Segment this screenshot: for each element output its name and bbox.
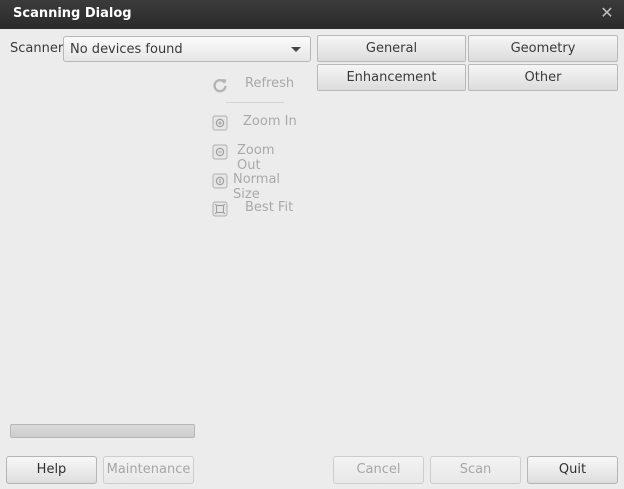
tab-general[interactable]: General: [317, 35, 466, 62]
scanner-label: Scanner:: [10, 41, 68, 56]
zoom-in-label: Zoom In: [243, 114, 297, 129]
zoom-out-button[interactable]: Zoom Out: [212, 142, 302, 173]
scanner-select[interactable]: No devices found: [63, 36, 311, 62]
zoom-in-icon: [212, 115, 228, 131]
tab-other[interactable]: Other: [468, 64, 618, 91]
title-bar: Scanning Dialog ✕: [0, 0, 624, 29]
scan-button[interactable]: Scan: [430, 456, 521, 484]
zoom-out-icon: [212, 144, 228, 160]
refresh-icon: [213, 79, 227, 93]
tab-geometry[interactable]: Geometry: [468, 35, 618, 62]
close-icon[interactable]: ✕: [599, 4, 615, 22]
cancel-button[interactable]: Cancel: [333, 456, 424, 484]
normal-size-icon: [212, 173, 228, 189]
toolbar-separator: [226, 102, 284, 103]
scanner-selected-value: No devices found: [70, 42, 183, 57]
quit-button[interactable]: Quit: [527, 456, 618, 484]
chevron-down-icon: [291, 47, 301, 52]
best-fit-label: Best Fit: [245, 200, 294, 215]
normal-size-label: Normal Size: [233, 172, 281, 202]
zoom-in-button[interactable]: Zoom In: [212, 113, 302, 133]
maintenance-button[interactable]: Maintenance: [103, 456, 194, 484]
refresh-button[interactable]: Refresh: [212, 75, 302, 95]
refresh-label: Refresh: [245, 76, 295, 91]
help-button[interactable]: Help: [6, 456, 97, 484]
normal-size-button[interactable]: Normal Size: [212, 171, 302, 202]
scan-progress-bar: [10, 424, 195, 438]
tab-enhancement[interactable]: Enhancement: [317, 64, 466, 91]
zoom-out-label: Zoom Out: [237, 143, 275, 173]
best-fit-icon: [212, 201, 228, 217]
window-title: Scanning Dialog: [13, 6, 132, 21]
best-fit-button[interactable]: Best Fit: [212, 199, 302, 219]
